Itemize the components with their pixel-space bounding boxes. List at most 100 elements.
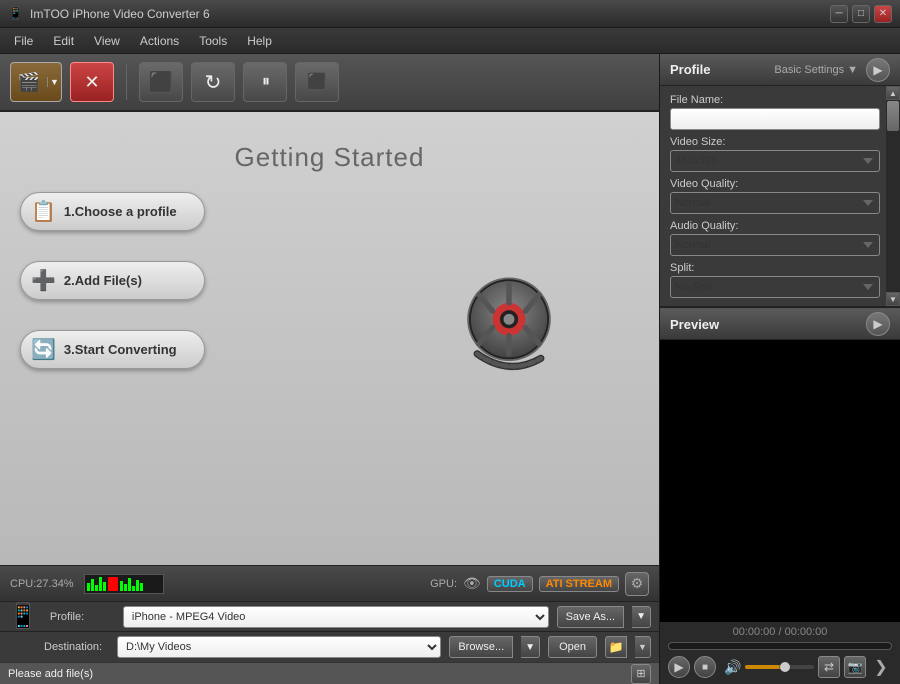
destination-label: Destination: [44,641,109,653]
split-label: Split: [670,262,880,274]
audio-quality-label: Audio Quality: [670,220,880,232]
volume-icon: 🔊 [724,659,741,676]
basic-settings-button[interactable]: Basic Settings ▼ [774,64,858,76]
right-panel: Profile Basic Settings ▼ ▶ File Name: [660,54,900,684]
scroll-down-button[interactable]: ▼ [886,292,900,306]
bottom-section: 📱 Profile: iPhone - MPEG4 Video Save As.… [0,601,659,684]
menu-bar: File Edit View Actions Tools Help [0,28,900,54]
save-as-dropdown[interactable]: ▼ [632,606,651,628]
preview-next-button[interactable]: ▶ [866,312,890,336]
extra-controls: ⇄ 📷 ❯ [818,656,892,678]
destination-select[interactable]: D:\My Videos [117,636,441,658]
file-name-input[interactable] [670,108,880,130]
add-files-button[interactable]: ➕ 2.Add File(s) [20,261,205,300]
preview-title: Preview [670,317,866,332]
folder-dropdown[interactable]: ▼ [635,636,651,658]
preview-section: Preview ▶ 00:00:00 / 00:00:00 ▶ ■ 🔊 [660,308,900,684]
profile-select[interactable]: iPhone - MPEG4 Video [123,606,549,628]
cpu-bar [95,585,98,591]
profile-settings-section: Profile Basic Settings ▼ ▶ File Name: [660,54,900,308]
add-dropdown-arrow[interactable]: ▼ [47,77,61,87]
content-area: Getting Started 📋 1.Choose a profile ➕ 2… [0,112,659,565]
cpu-bar [124,584,127,591]
ati-badge[interactable]: ATI STREAM [539,576,619,592]
start-converting-button[interactable]: 🔄 3.Start Converting [20,330,205,369]
browse-button[interactable]: Browse... [449,636,513,658]
gpu-settings-button[interactable]: ⚙ [625,572,649,596]
video-quality-field: Video Quality: Normal High Low [670,178,880,214]
scroll-up-button[interactable]: ▲ [886,86,900,100]
toolbar: 🎬 ▼ ✕ ⬛ ↻ ⏸ ⬛ [0,54,659,112]
close-button[interactable]: ✕ [874,5,892,23]
scroll-thumb[interactable] [887,101,899,131]
stop-button[interactable]: ⬛ [295,62,339,102]
audio-quality-field: Audio Quality: Normal High Low [670,220,880,256]
forward-button[interactable]: ❯ [870,656,892,678]
minimize-button[interactable]: ─ [830,5,848,23]
profile-next-button[interactable]: ▶ [866,58,890,82]
cpu-bar [132,586,135,591]
open-button[interactable]: Open [548,636,597,658]
cpu-bar [128,578,131,591]
video-size-field: Video Size: 480x320 640x480 1280x720 Ori… [670,136,880,172]
loop-button[interactable]: ⇄ [818,656,840,678]
getting-started-text: Getting Started [235,142,425,173]
export-button[interactable]: ⬛ [139,62,183,102]
browse-dropdown[interactable]: ▼ [521,636,540,658]
refresh-button[interactable]: ↻ [191,62,235,102]
video-size-select[interactable]: 480x320 640x480 1280x720 Original [670,150,880,172]
cuda-badge[interactable]: CUDA [487,576,533,592]
file-name-label: File Name: [670,94,880,106]
profile-settings-title: Profile [670,62,774,77]
volume-slider[interactable] [745,665,814,669]
progress-bar[interactable] [668,642,892,650]
audio-quality-select[interactable]: Normal High Low [670,234,880,256]
pause-button[interactable]: ⏸ [243,62,287,102]
cpu-bar [103,582,106,591]
profile-bar: 📱 Profile: iPhone - MPEG4 Video Save As.… [0,602,659,632]
app-title: ImTOO iPhone Video Converter 6 [30,7,830,21]
player-controls: ▶ ■ 🔊 ⇄ 📷 ❯ [668,654,892,680]
add-files-icon: ➕ [31,268,56,293]
camera-button[interactable]: 📷 [844,656,866,678]
add-icon: 🎬 [11,72,47,93]
destination-bar: Destination: D:\My Videos Browse... ▼ Op… [0,632,659,662]
menu-actions[interactable]: Actions [130,32,189,50]
folder-icon-button[interactable]: 📁 [605,636,627,658]
choose-profile-icon: 📋 [31,199,56,224]
gpu-section: GPU: 👁 CUDA ATI STREAM ⚙ [430,572,649,596]
play-button[interactable]: ▶ [668,656,690,678]
split-select[interactable]: No Split By Size By Duration [670,276,880,298]
cpu-bar [87,583,90,591]
add-button[interactable]: 🎬 ▼ [10,62,62,102]
delete-button[interactable]: ✕ [70,62,114,102]
preview-screen [660,340,900,622]
status-message: Please add file(s) [8,668,631,680]
start-converting-icon: 🔄 [31,337,56,362]
message-settings-icon[interactable]: ⊞ [631,664,651,684]
menu-help[interactable]: Help [237,32,282,50]
save-as-button[interactable]: Save As... [557,606,625,628]
cpu-label: CPU:27.34% [10,578,74,590]
maximize-button[interactable]: □ [852,5,870,23]
menu-view[interactable]: View [84,32,130,50]
cpu-bar [136,580,139,591]
left-panel: 🎬 ▼ ✕ ⬛ ↻ ⏸ ⬛ Getting Started 📋 1.Choose… [0,54,660,684]
stop-player-button[interactable]: ■ [694,656,716,678]
menu-edit[interactable]: Edit [43,32,84,50]
menu-file[interactable]: File [4,32,43,50]
start-converting-label: 3.Start Converting [64,342,177,357]
choose-profile-button[interactable]: 📋 1.Choose a profile [20,192,205,231]
video-quality-select[interactable]: Normal High Low [670,192,880,214]
right-scrollbar: ▲ ▼ [886,86,900,306]
time-display: 00:00:00 / 00:00:00 [668,626,892,638]
message-bar: Please add file(s) ⊞ [0,662,659,684]
volume-thumb [780,662,790,672]
split-field: Split: No Split By Size By Duration [670,262,880,298]
steps-panel: 📋 1.Choose a profile ➕ 2.Add File(s) 🔄 3… [20,192,205,369]
app-icon: 📱 [8,6,24,22]
profile-fields-container: File Name: Video Size: 480x320 640x480 1… [660,86,900,306]
profile-field-label: Profile: [50,611,115,623]
menu-tools[interactable]: Tools [189,32,237,50]
video-size-label: Video Size: [670,136,880,148]
